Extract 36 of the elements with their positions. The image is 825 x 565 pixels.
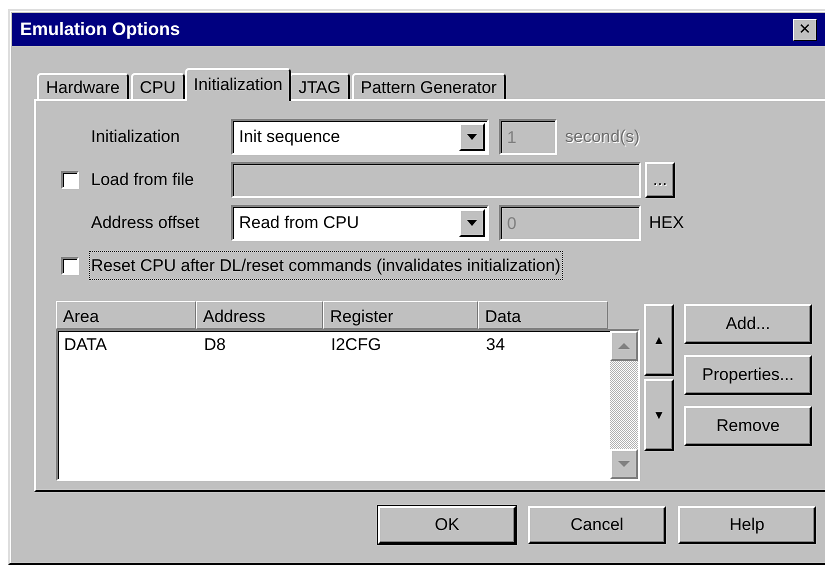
address-offset-dropdown[interactable]: Read from CPU	[231, 204, 489, 240]
action-button[interactable]: Remove	[684, 406, 812, 446]
scroll-down-icon[interactable]	[610, 449, 638, 479]
move-button[interactable]: ▲	[644, 304, 674, 376]
checkbox-label: Load from file	[91, 168, 195, 191]
tab[interactable]: Hardware	[37, 73, 129, 101]
dialog-button[interactable]: Help	[678, 506, 816, 544]
unit-label: HEX	[649, 212, 684, 234]
unit-label: second(s)	[565, 126, 640, 148]
table-cell-text: D8	[203, 334, 227, 356]
tab[interactable]: Pattern Generator	[352, 73, 506, 101]
initialization-dropdown[interactable]: Init sequence	[231, 118, 489, 154]
checkbox[interactable]	[61, 170, 79, 188]
column-header[interactable]: Address	[196, 301, 323, 329]
column-header[interactable]: Area	[56, 301, 196, 329]
action-button[interactable]: Add...	[684, 304, 812, 344]
dialog-button[interactable]: Cancel	[528, 506, 666, 544]
close-button[interactable]: ✕	[793, 18, 817, 40]
tab[interactable]: JTAG	[289, 73, 350, 101]
scroll-up-icon[interactable]	[610, 331, 638, 361]
column-header[interactable]: Data	[478, 301, 608, 329]
move-button[interactable]: ▼	[644, 379, 674, 451]
column-header[interactable]: Register	[323, 301, 478, 329]
window-title: Emulation Options	[20, 18, 180, 41]
table-cell-text: I2CFG	[330, 334, 382, 356]
tab[interactable]: CPU	[130, 73, 185, 101]
checkbox[interactable]	[61, 256, 79, 274]
tab[interactable]: Initialization	[184, 68, 292, 101]
table-cell-text: 34	[485, 334, 506, 356]
scrollbar[interactable]	[610, 331, 638, 479]
field-label: Address offset	[91, 212, 200, 234]
checkbox-label: Reset CPU after DL/reset commands (invalidates initialization)	[91, 252, 561, 278]
dialog-button[interactable]: OK	[378, 506, 516, 544]
table-cell-text: DATA	[63, 334, 108, 356]
action-button[interactable]: Properties...	[684, 355, 812, 395]
field-label: Initialization	[91, 126, 181, 148]
